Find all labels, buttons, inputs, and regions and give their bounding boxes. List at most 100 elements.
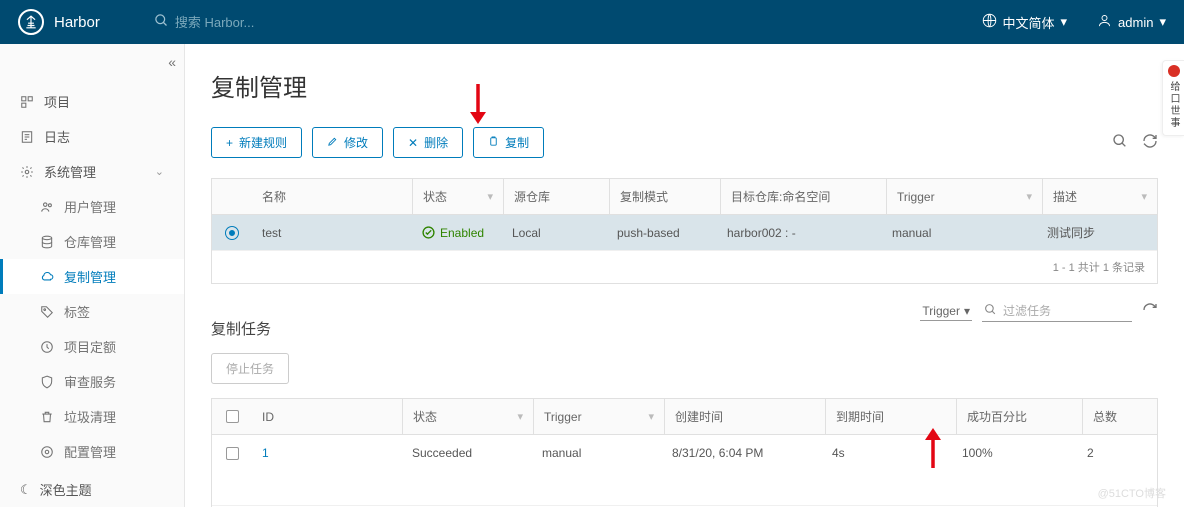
sidebar-item-config[interactable]: 配置管理 [0,434,184,469]
col-src[interactable]: 源仓库 [504,179,609,214]
sidebar-collapse-icon[interactable]: « [168,54,176,70]
refresh-icon[interactable] [1142,302,1158,322]
search-icon[interactable] [1112,133,1128,152]
logs-icon [20,130,34,144]
filter-icon[interactable]: ▾ [1026,190,1032,203]
select-all-checkbox[interactable] [226,410,239,423]
search-icon [154,13,169,31]
col-total[interactable]: 总数 [1083,399,1157,434]
chevron-down-icon: ⌄ [155,165,164,178]
sidebar-item-repo-mgmt[interactable]: 仓库管理 [0,224,184,259]
sidebar-item-replication[interactable]: 复制管理 [0,259,184,294]
language-switcher[interactable]: 中文简体 ▾ [982,13,1068,32]
table-row[interactable]: test Enabled Local push-based harbor002 … [212,215,1157,250]
sidebar-item-label: 复制管理 [64,267,116,286]
app-header: Harbor 中文简体 ▾ admin ▾ [0,0,1184,44]
sidebar-item-label: 用户管理 [64,197,116,216]
chevron-down-icon: ▾ [1159,14,1166,30]
theme-toggle[interactable]: ☾ 深色主题 [20,480,92,499]
cell-target: harbor002 : - [717,217,882,249]
sidebar-item-scan[interactable]: 审查服务 [0,364,184,399]
sidebar-item-system-admin[interactable]: 系统管理 ⌄ [0,154,184,189]
new-rule-button[interactable]: + 新建规则 [211,127,302,158]
settings-icon [40,445,54,459]
stop-task-button: 停止任务 [211,353,289,384]
filter-icon[interactable]: ▾ [1141,190,1147,203]
badge-text: 给口世事 [1166,81,1181,129]
col-created[interactable]: 创建时间 [665,399,825,434]
button-label: 修改 [344,134,368,151]
button-label: 新建规则 [239,134,287,151]
gear-icon [20,165,34,179]
cell-created: 8/31/20, 6:04 PM [662,435,822,471]
tasks-table: ID 状态▾ Trigger▾ 创建时间 到期时间 成功百分比 总数 1 Suc… [211,398,1158,507]
button-label: 复制 [505,134,529,151]
col-status[interactable]: 状态▾ [413,179,503,214]
sidebar-item-projects[interactable]: 项目 [0,84,184,119]
row-radio[interactable] [226,227,238,239]
trash-icon [40,410,54,424]
side-badge[interactable]: 给口世事 [1162,60,1184,136]
cloud-icon [40,270,54,284]
table-header: 名称 状态▾ 源仓库 复制模式 目标仓库:命名空间 Trigger▾ 描述▾ [212,179,1157,215]
task-filter-input[interactable] [1003,304,1123,318]
moon-icon: ☾ [20,482,32,498]
sidebar: « 项目 日志 系统管理 ⌄ 用户管理 [0,44,185,507]
col-trigger[interactable]: Trigger▾ [887,181,1042,213]
col-mode[interactable]: 复制模式 [610,179,720,214]
rules-toolbar: + 新建规则 修改 ✕ 删除 复制 [211,127,1158,158]
col-name[interactable]: 名称 [252,179,412,214]
page-title: 复制管理 [211,68,1158,103]
edit-button[interactable]: 修改 [312,127,383,158]
col-desc[interactable]: 描述▾ [1043,179,1157,214]
cell-status: Succeeded [402,435,532,471]
projects-icon [20,95,34,109]
replicate-button[interactable]: 复制 [473,127,544,158]
sidebar-item-quota[interactable]: 项目定额 [0,329,184,364]
sidebar-item-label: 仓库管理 [64,232,116,251]
shield-icon [40,375,54,389]
chevron-down-icon: ▾ [964,304,970,318]
sidebar-item-label: 项目 [44,92,70,111]
table-row[interactable]: 1 Succeeded manual 8/31/20, 6:04 PM 4s 1… [212,435,1157,471]
sidebar-item-labels[interactable]: 标签 [0,294,184,329]
sidebar-item-user-mgmt[interactable]: 用户管理 [0,189,184,224]
filter-icon[interactable]: ▾ [648,410,654,423]
sidebar-item-label: 项目定额 [64,337,116,356]
tasks-toolbar: 复制任务 Trigger ▾ [211,284,1158,339]
harbor-logo [18,9,44,35]
filter-icon[interactable]: ▾ [517,410,523,423]
col-id[interactable]: ID [252,401,402,433]
pencil-icon [327,136,338,150]
sidebar-item-logs[interactable]: 日志 [0,119,184,154]
watermark: @51CTO博客 [1098,485,1166,501]
theme-label: 深色主题 [40,480,92,499]
col-end[interactable]: 到期时间 [826,399,956,434]
sidebar-item-label: 系统管理 [44,162,96,181]
search-input[interactable] [175,15,355,30]
sidebar-item-label: 标签 [64,302,90,321]
sidebar-item-gc[interactable]: 垃圾清理 [0,399,184,434]
cell-trigger: manual [532,435,662,471]
dropdown-label: Trigger [922,304,960,318]
main-content: 复制管理 + 新建规则 修改 ✕ 删除 复制 [185,44,1184,507]
row-checkbox[interactable] [226,447,239,460]
cell-end: 4s [822,435,952,471]
sidebar-item-label: 垃圾清理 [64,407,116,426]
col-trigger[interactable]: Trigger▾ [534,401,664,433]
global-search[interactable] [154,13,355,31]
col-succ[interactable]: 成功百分比 [957,399,1082,434]
user-menu[interactable]: admin ▾ [1097,13,1166,31]
task-filter[interactable] [982,301,1132,322]
plus-icon: + [226,136,233,150]
globe-icon [982,13,997,31]
refresh-icon[interactable] [1142,133,1158,152]
filter-icon[interactable]: ▾ [487,190,493,203]
cell-total: 2 [1077,435,1157,471]
trigger-filter-dropdown[interactable]: Trigger ▾ [920,302,972,321]
task-id-link[interactable]: 1 [262,446,269,460]
col-status[interactable]: 状态▾ [403,399,533,434]
badge-dot-icon [1168,65,1180,77]
col-target[interactable]: 目标仓库:命名空间 [721,179,886,214]
delete-button[interactable]: ✕ 删除 [393,127,463,158]
